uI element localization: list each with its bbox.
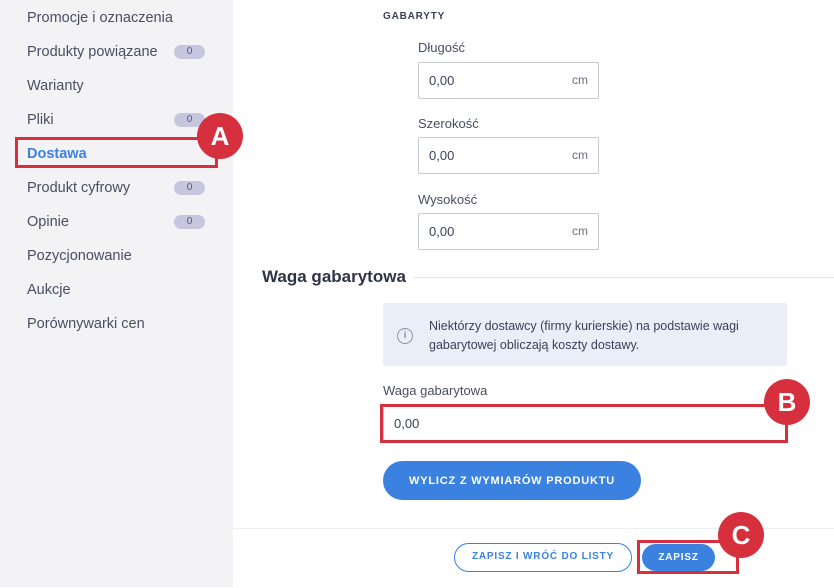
sidebar-item-label: Aukcje <box>27 282 71 298</box>
sidebar-item-pozycjonowanie[interactable]: Pozycjonowanie <box>27 239 132 273</box>
sidebar-item-label: Promocje i oznaczenia <box>27 10 173 26</box>
sidebar-item-label: Porównywarki cen <box>27 316 145 332</box>
sidebar-item-produkt-cyfrowy[interactable]: Produkt cyfrowy <box>27 171 130 205</box>
save-and-return-button[interactable]: ZAPISZ I WRÓĆ DO LISTY <box>454 543 632 572</box>
count-badge: 0 <box>174 215 205 229</box>
height-label: Wysokość <box>418 192 478 207</box>
sidebar-item-label: Pliki <box>27 112 54 128</box>
width-input[interactable] <box>429 138 549 173</box>
info-icon: i <box>397 328 413 344</box>
annotation-marker-c: C <box>718 512 764 558</box>
width-field[interactable]: cm <box>418 137 599 174</box>
sidebar-item-label: Opinie <box>27 214 69 230</box>
width-label: Szerokość <box>418 116 479 131</box>
sidebar-item-opinie[interactable]: Opinie <box>27 205 69 239</box>
sidebar-item-label: Pozycjonowanie <box>27 248 132 264</box>
sidebar: Promocje i oznaczenia Produkty powiązane… <box>0 0 233 587</box>
height-field[interactable]: cm <box>418 213 599 250</box>
unit-label: cm <box>572 148 588 162</box>
annotation-marker-a: A <box>197 113 243 159</box>
length-input[interactable] <box>429 63 549 98</box>
sidebar-item-label: Produkty powiązane <box>27 44 158 60</box>
calculate-from-dimensions-button[interactable]: WYLICZ Z WYMIARÓW PRODUKTU <box>383 461 641 500</box>
length-label: Długość <box>418 40 465 55</box>
sidebar-item-promocje[interactable]: Promocje i oznaczenia <box>27 1 173 35</box>
sidebar-item-label: Warianty <box>27 78 84 94</box>
divider <box>414 277 834 278</box>
sidebar-item-porownywarki[interactable]: Porównywarki cen <box>27 307 145 341</box>
sidebar-item-produkty-powiazane[interactable]: Produkty powiązane <box>27 35 158 69</box>
sidebar-item-pliki[interactable]: Pliki <box>27 103 54 137</box>
dim-weight-label: Waga gabarytowa <box>383 383 488 398</box>
length-field[interactable]: cm <box>418 62 599 99</box>
sidebar-item-label: Produkt cyfrowy <box>27 180 131 196</box>
unit-label: cm <box>572 73 588 87</box>
highlight-box-a <box>15 137 218 168</box>
unit-label: cm <box>572 224 588 238</box>
height-input[interactable] <box>429 214 549 249</box>
info-text: Niektórzy dostawcy (firmy kurierskie) na… <box>429 319 739 352</box>
count-badge: 0 <box>174 45 205 59</box>
sidebar-item-aukcje[interactable]: Aukcje <box>27 273 71 307</box>
section-label: GABARYTY <box>383 11 446 22</box>
section-heading: Waga gabarytowa <box>262 267 406 286</box>
annotation-marker-b: B <box>764 379 810 425</box>
sidebar-item-warianty[interactable]: Warianty <box>27 69 84 103</box>
highlight-box-b <box>380 404 788 443</box>
count-badge: 0 <box>174 181 205 195</box>
info-box: i Niektórzy dostawcy (firmy kurierskie) … <box>383 303 787 366</box>
